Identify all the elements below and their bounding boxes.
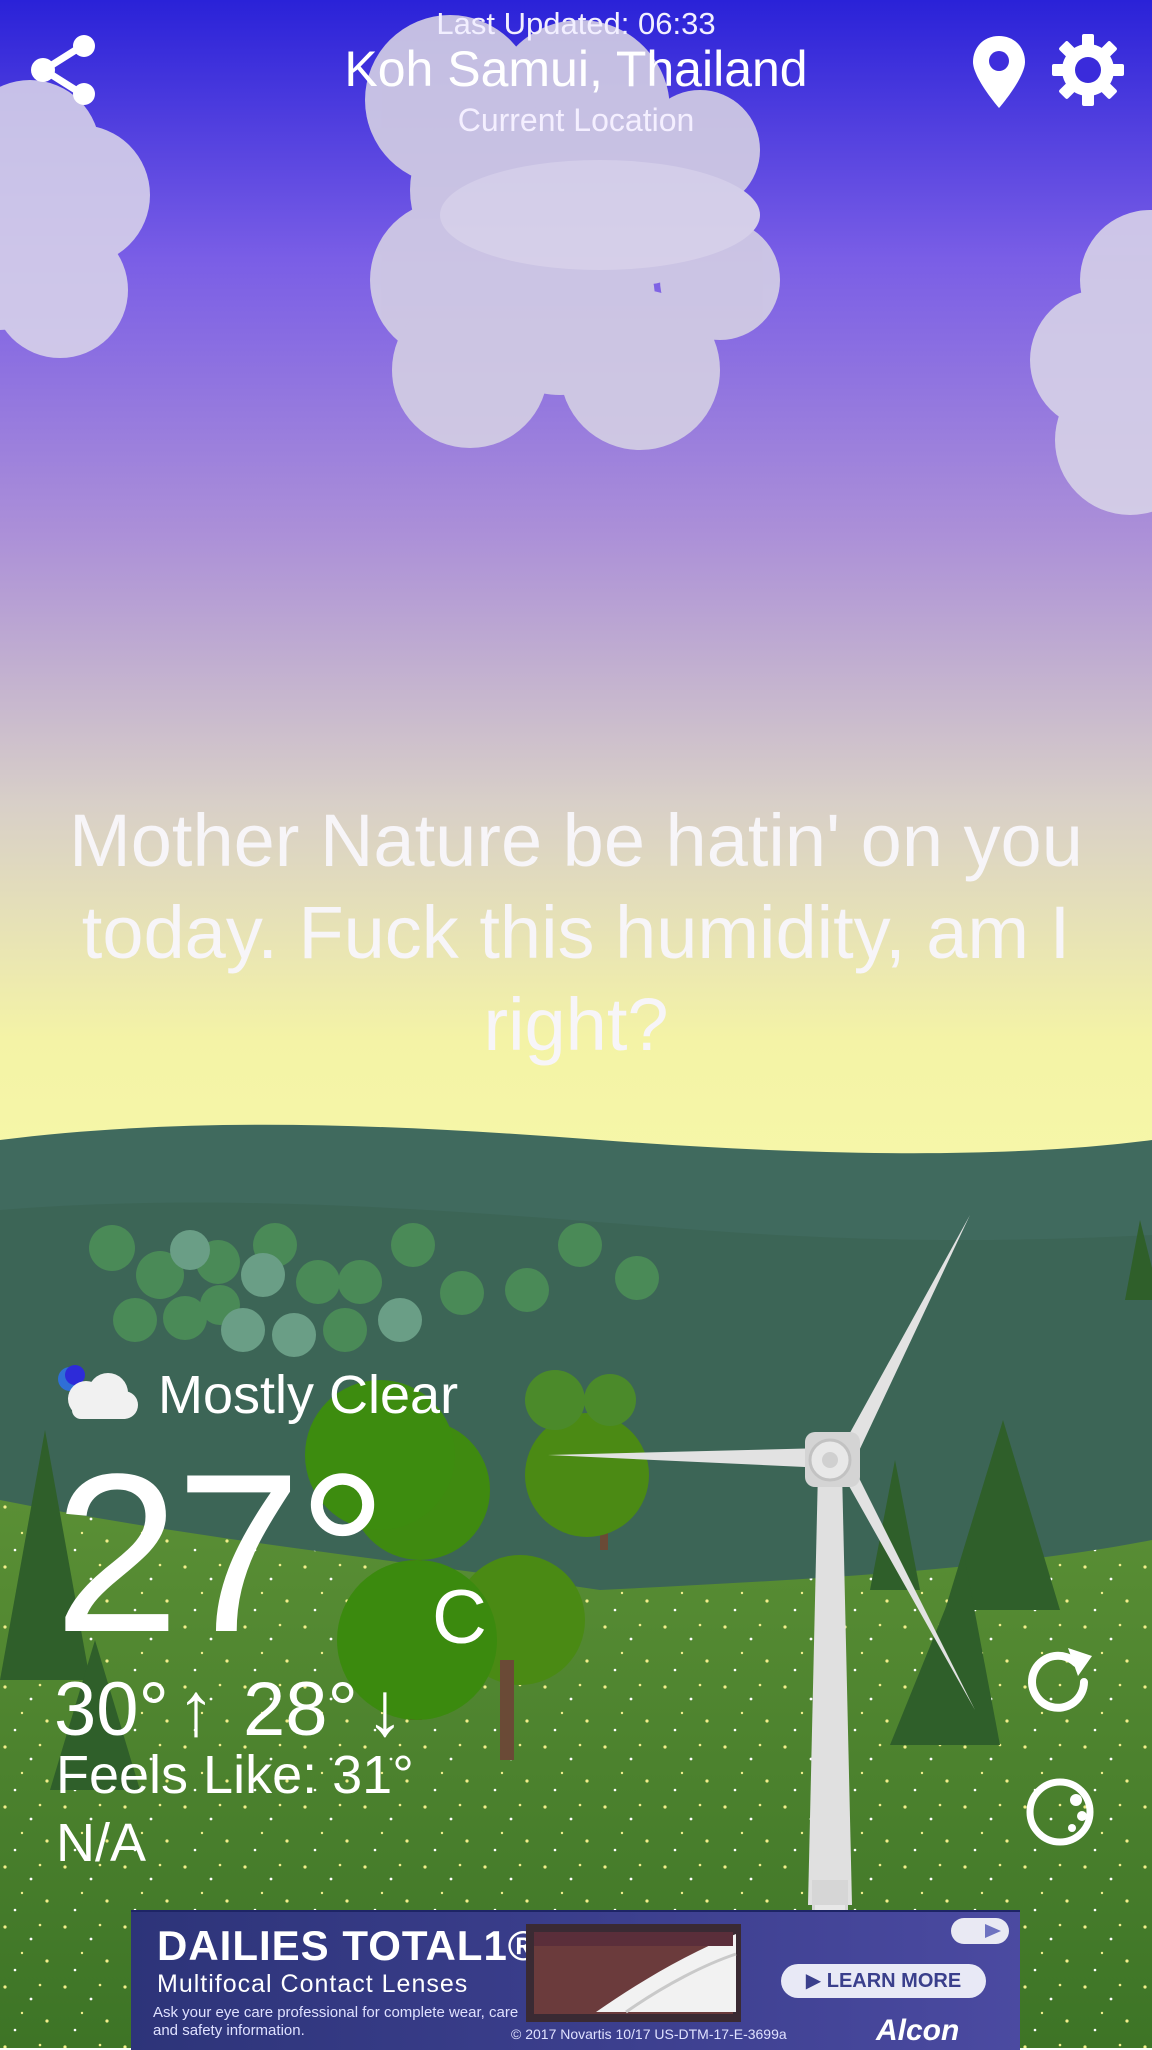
temperature-unit[interactable]: C bbox=[432, 1574, 487, 1661]
ad-choices-icon[interactable] bbox=[951, 1916, 1011, 1946]
weather-message: Mother Nature be hatin' on you today. Fu… bbox=[69, 799, 1083, 1066]
feels-like: Feels Like: 31° bbox=[56, 1744, 414, 1806]
feels-like-label: Feels Like: bbox=[56, 1745, 318, 1805]
high-low-temperatures: 30° ↑ 28° ↓ bbox=[54, 1666, 432, 1753]
gear-icon[interactable] bbox=[1050, 32, 1126, 108]
product-box-image bbox=[526, 1924, 741, 2022]
current-temperature: 27° bbox=[54, 1426, 388, 1679]
ad-brand: DAILIES TOTAL1® bbox=[157, 1922, 540, 1969]
high-temperature: 30° bbox=[54, 1667, 169, 1752]
partly-cloudy-night-icon bbox=[52, 1363, 140, 1428]
ad-banner[interactable]: DAILIES TOTAL1® Multifocal Contact Lense… bbox=[131, 1910, 1020, 2050]
condition-row: Mostly Clear bbox=[52, 1360, 458, 1430]
ad-sponsor-logo: Alcon bbox=[876, 2014, 960, 2047]
condition-text: Mostly Clear bbox=[158, 1365, 459, 1425]
ad-copyright: © 2017 Novartis 10/17 US-DTM-17-E-3699a bbox=[511, 2026, 787, 2042]
down-arrow-icon: ↓ bbox=[365, 1667, 404, 1752]
extra-info: N/A bbox=[56, 1813, 147, 1873]
share-icon[interactable] bbox=[26, 32, 102, 108]
up-arrow-icon: ↑ bbox=[176, 1667, 215, 1752]
ad-disclaimer: Ask your eye care professional for compl… bbox=[153, 2004, 519, 2039]
location-pin-icon[interactable] bbox=[970, 34, 1028, 110]
refresh-icon[interactable] bbox=[1022, 1644, 1098, 1720]
ad-subtitle: Multifocal Contact Lenses bbox=[157, 1970, 469, 1998]
learn-more-button[interactable]: ▶ LEARN MORE bbox=[781, 1964, 986, 1998]
moon-icon[interactable] bbox=[1022, 1774, 1098, 1850]
low-temperature: 28° bbox=[242, 1667, 358, 1752]
feels-like-value: 31° bbox=[332, 1745, 414, 1805]
